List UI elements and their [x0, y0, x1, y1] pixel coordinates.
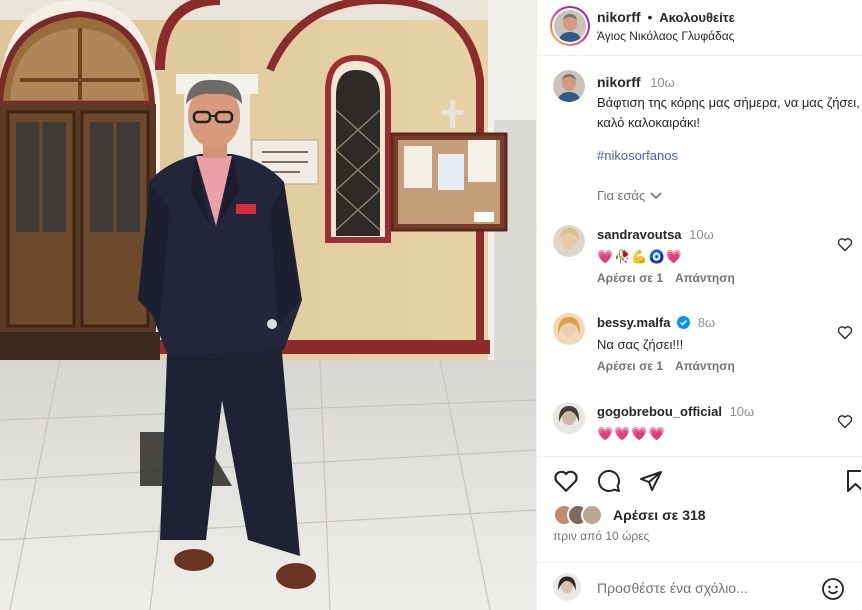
for-you-toggle[interactable]: Για εσάς: [597, 188, 662, 203]
caption-text-block: nikorff 10ω Βάφτιση της κόρης μας σήμερα…: [597, 72, 862, 133]
post-side-panel: nikorff • Ακολουθείτε Άγιος Νικόλαος Γλυ…: [536, 0, 862, 610]
comment-body: gogobrebou_official 10ω 💗💗💗💗: [597, 403, 827, 443]
commenter-avatar[interactable]: [553, 225, 585, 257]
comment-body: sandravoutsa 10ω 💗🥀💪🧿💗: [597, 226, 827, 266]
heart-icon[interactable]: [837, 237, 853, 252]
caption-text: Βάφτιση της κόρης μας σήμερα, να μας ζήσ…: [597, 95, 860, 130]
comment-time[interactable]: 8ω: [698, 315, 715, 330]
author-username[interactable]: nikorff: [597, 9, 641, 25]
comment-username[interactable]: gogobrebou_official: [597, 404, 722, 419]
commenter-avatar[interactable]: [553, 313, 585, 345]
likes-count[interactable]: Αρέσει σε 318: [613, 507, 706, 523]
follow-status-button[interactable]: Ακολουθείτε: [659, 10, 735, 25]
comment-time[interactable]: 10ω: [730, 404, 755, 419]
comment-item: sandravoutsa 10ω 💗🥀💪🧿💗 Αρέσει σε 1 Απάντ…: [553, 225, 853, 295]
header-user-line: nikorff • Ακολουθείτε: [597, 9, 735, 25]
verified-badge-icon: [677, 316, 691, 329]
comment-body: bessy.malfa 8ω Να σας ζήσει!!!: [597, 314, 827, 354]
save-bookmark-icon[interactable]: [847, 469, 861, 493]
comment-likes-count[interactable]: Αρέσει σε 1: [597, 359, 663, 373]
author-avatar-story-ring[interactable]: [550, 6, 590, 46]
comment-input[interactable]: [597, 580, 797, 596]
caption-hashtag[interactable]: #nikosorfanos: [597, 148, 678, 163]
author-avatar: [554, 10, 586, 42]
commenter-avatar[interactable]: [553, 402, 585, 434]
comment-text: 💗💗💗💗: [597, 426, 666, 441]
instagram-post-view: nikorff • Ακολουθείτε Άγιος Νικόλαος Γλυ…: [0, 0, 862, 610]
emoji-icon[interactable]: [821, 577, 845, 601]
comment-reply-button[interactable]: Απάντηση: [675, 359, 735, 373]
post-header: nikorff • Ακολουθείτε Άγιος Νικόλαος Γλυ…: [537, 0, 862, 56]
heart-icon[interactable]: [837, 414, 853, 429]
post-actions: Αρέσει σε 318 πριν από 10 ώρες: [537, 456, 862, 556]
for-you-label: Για εσάς: [597, 188, 646, 203]
comment-bubble-icon[interactable]: [597, 469, 621, 493]
separator-dot: •: [647, 9, 653, 25]
comment-time[interactable]: 10ω: [689, 227, 714, 242]
caption-username[interactable]: nikorff: [597, 74, 641, 90]
comment-username[interactable]: sandravoutsa: [597, 227, 682, 242]
comment-username[interactable]: bessy.malfa: [597, 315, 670, 330]
post-location[interactable]: Άγιος Νικόλαος Γλυφάδας: [597, 29, 734, 43]
liker-avatars: [553, 504, 611, 526]
comment-text: Να σας ζήσει!!!: [597, 337, 684, 352]
comment-item: bessy.malfa 8ω Να σας ζήσει!!! Αρέσει σε…: [553, 313, 853, 383]
comment-text: 💗🥀💪🧿💗: [597, 249, 683, 264]
post-timestamp[interactable]: πριν από 10 ώρες: [553, 529, 649, 543]
current-user-avatar[interactable]: [553, 573, 581, 601]
share-paper-plane-icon[interactable]: [639, 469, 663, 493]
caption-author-avatar[interactable]: [553, 70, 585, 102]
comment-reply-button[interactable]: Απάντηση: [675, 271, 735, 285]
post-photo[interactable]: [0, 0, 536, 610]
comment-meta: Αρέσει σε 1 Απάντηση: [597, 359, 735, 373]
post-image: [0, 0, 536, 610]
chevron-down-icon: [650, 191, 662, 199]
likes-summary[interactable]: Αρέσει σε 318: [553, 504, 706, 526]
comment-composer: [537, 562, 862, 610]
comment-meta: Αρέσει σε 1 Απάντηση: [597, 271, 735, 285]
caption-time[interactable]: 10ω: [650, 75, 675, 90]
like-heart-icon[interactable]: [553, 469, 579, 493]
liker-avatar: [581, 504, 603, 526]
comment-likes-count[interactable]: Αρέσει σε 1: [597, 271, 663, 285]
action-icons: [553, 469, 663, 493]
heart-icon[interactable]: [837, 325, 853, 340]
